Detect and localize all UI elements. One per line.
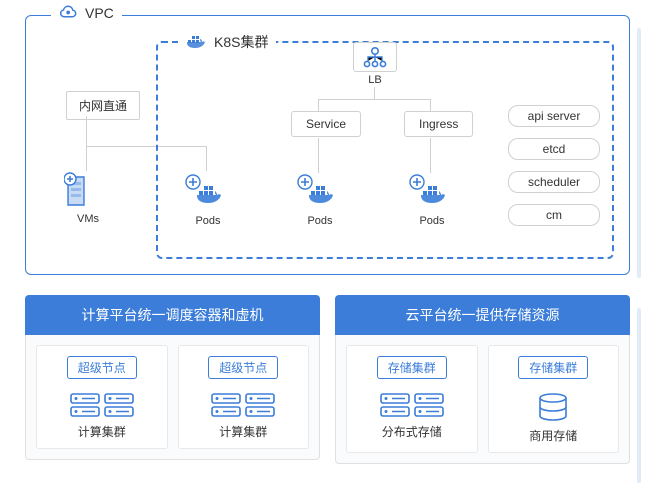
group-body: 存储集群 分布式存储 存储集群 商用存储 [335, 335, 630, 464]
connector-line [430, 99, 431, 111]
server-icon [70, 393, 100, 417]
card-tag: 存储集群 [377, 356, 447, 379]
database-icon [536, 393, 570, 421]
card-foot: 商用存储 [495, 427, 613, 444]
lb-label: LB [353, 74, 397, 86]
compute-card: 超级节点 计算集群 [36, 345, 168, 449]
pod-node: Pods [296, 173, 344, 227]
card-foot: 计算集群 [43, 423, 161, 440]
group-header: 计算平台统一调度容器和虚机 [25, 295, 320, 335]
service-box: Service [291, 111, 361, 137]
card-tag: 超级节点 [67, 356, 137, 379]
pod-icon [184, 173, 228, 213]
pod-label: Pods [408, 215, 456, 227]
card-foot: 计算集群 [185, 423, 303, 440]
vm-node: VMs [64, 171, 112, 225]
docker-icon [186, 33, 208, 52]
vm-label: VMs [64, 213, 112, 225]
server-icon [104, 393, 134, 417]
card-tag: 超级节点 [208, 356, 278, 379]
nat-box: 内网直通 [66, 91, 140, 120]
storage-card: 存储集群 分布式存储 [346, 345, 478, 453]
card-tag: 存储集群 [518, 356, 588, 379]
vm-icon [64, 171, 108, 211]
connector-line [374, 87, 375, 99]
pod-label: Pods [184, 215, 232, 227]
connector-line [86, 116, 87, 171]
server-icon [245, 393, 275, 417]
connector-line [318, 138, 319, 173]
card-foot: 分布式存储 [353, 423, 471, 440]
vpc-container: VPC 内网直通 VMs K8S集群 LB [25, 15, 630, 275]
pod-icon [408, 173, 452, 213]
server-icon [414, 393, 444, 417]
group-body: 超级节点 计算集群 超级节点 计算集群 [25, 335, 320, 460]
k8s-text: K8S集群 [214, 32, 268, 52]
pod-node: Pods [184, 173, 232, 227]
server-icon [211, 393, 241, 417]
pod-label: Pods [296, 215, 344, 227]
pod-icon [296, 173, 340, 213]
vpc-label: VPC [51, 5, 122, 21]
scheduler-box: scheduler [508, 171, 600, 193]
cm-box: cm [508, 204, 600, 226]
compute-group: 计算平台统一调度容器和虚机 超级节点 计算集群 超级节点 计算集群 [25, 295, 320, 464]
ingress-box: Ingress [404, 111, 473, 137]
etcd-box: etcd [508, 138, 600, 160]
api-server-box: api server [508, 105, 600, 127]
pod-node: Pods [408, 173, 456, 227]
vpc-text: VPC [85, 5, 114, 21]
lb-node: LB [353, 42, 397, 86]
connector-line [318, 99, 431, 100]
bottom-row: 计算平台统一调度容器和虚机 超级节点 计算集群 超级节点 计算集群 云平台统一 [25, 295, 630, 464]
server-icons [353, 393, 471, 417]
k8s-cluster-box: K8S集群 LB Service Ingress Pods [156, 41, 614, 259]
server-icons [185, 393, 303, 417]
connector-line [318, 99, 319, 111]
connector-line [430, 138, 431, 173]
lb-icon [353, 42, 397, 72]
storage-card: 存储集群 商用存储 [488, 345, 620, 453]
server-icons [43, 393, 161, 417]
decoration-shadow [637, 28, 641, 278]
group-header: 云平台统一提供存储资源 [335, 295, 630, 335]
database-icon-wrap [495, 393, 613, 421]
storage-group: 云平台统一提供存储资源 存储集群 分布式存储 存储集群 商用存储 [335, 295, 630, 464]
k8s-label: K8S集群 [178, 32, 276, 52]
cloud-icon [59, 5, 79, 21]
server-icon [380, 393, 410, 417]
compute-card: 超级节点 计算集群 [178, 345, 310, 449]
decoration-shadow [637, 308, 641, 483]
